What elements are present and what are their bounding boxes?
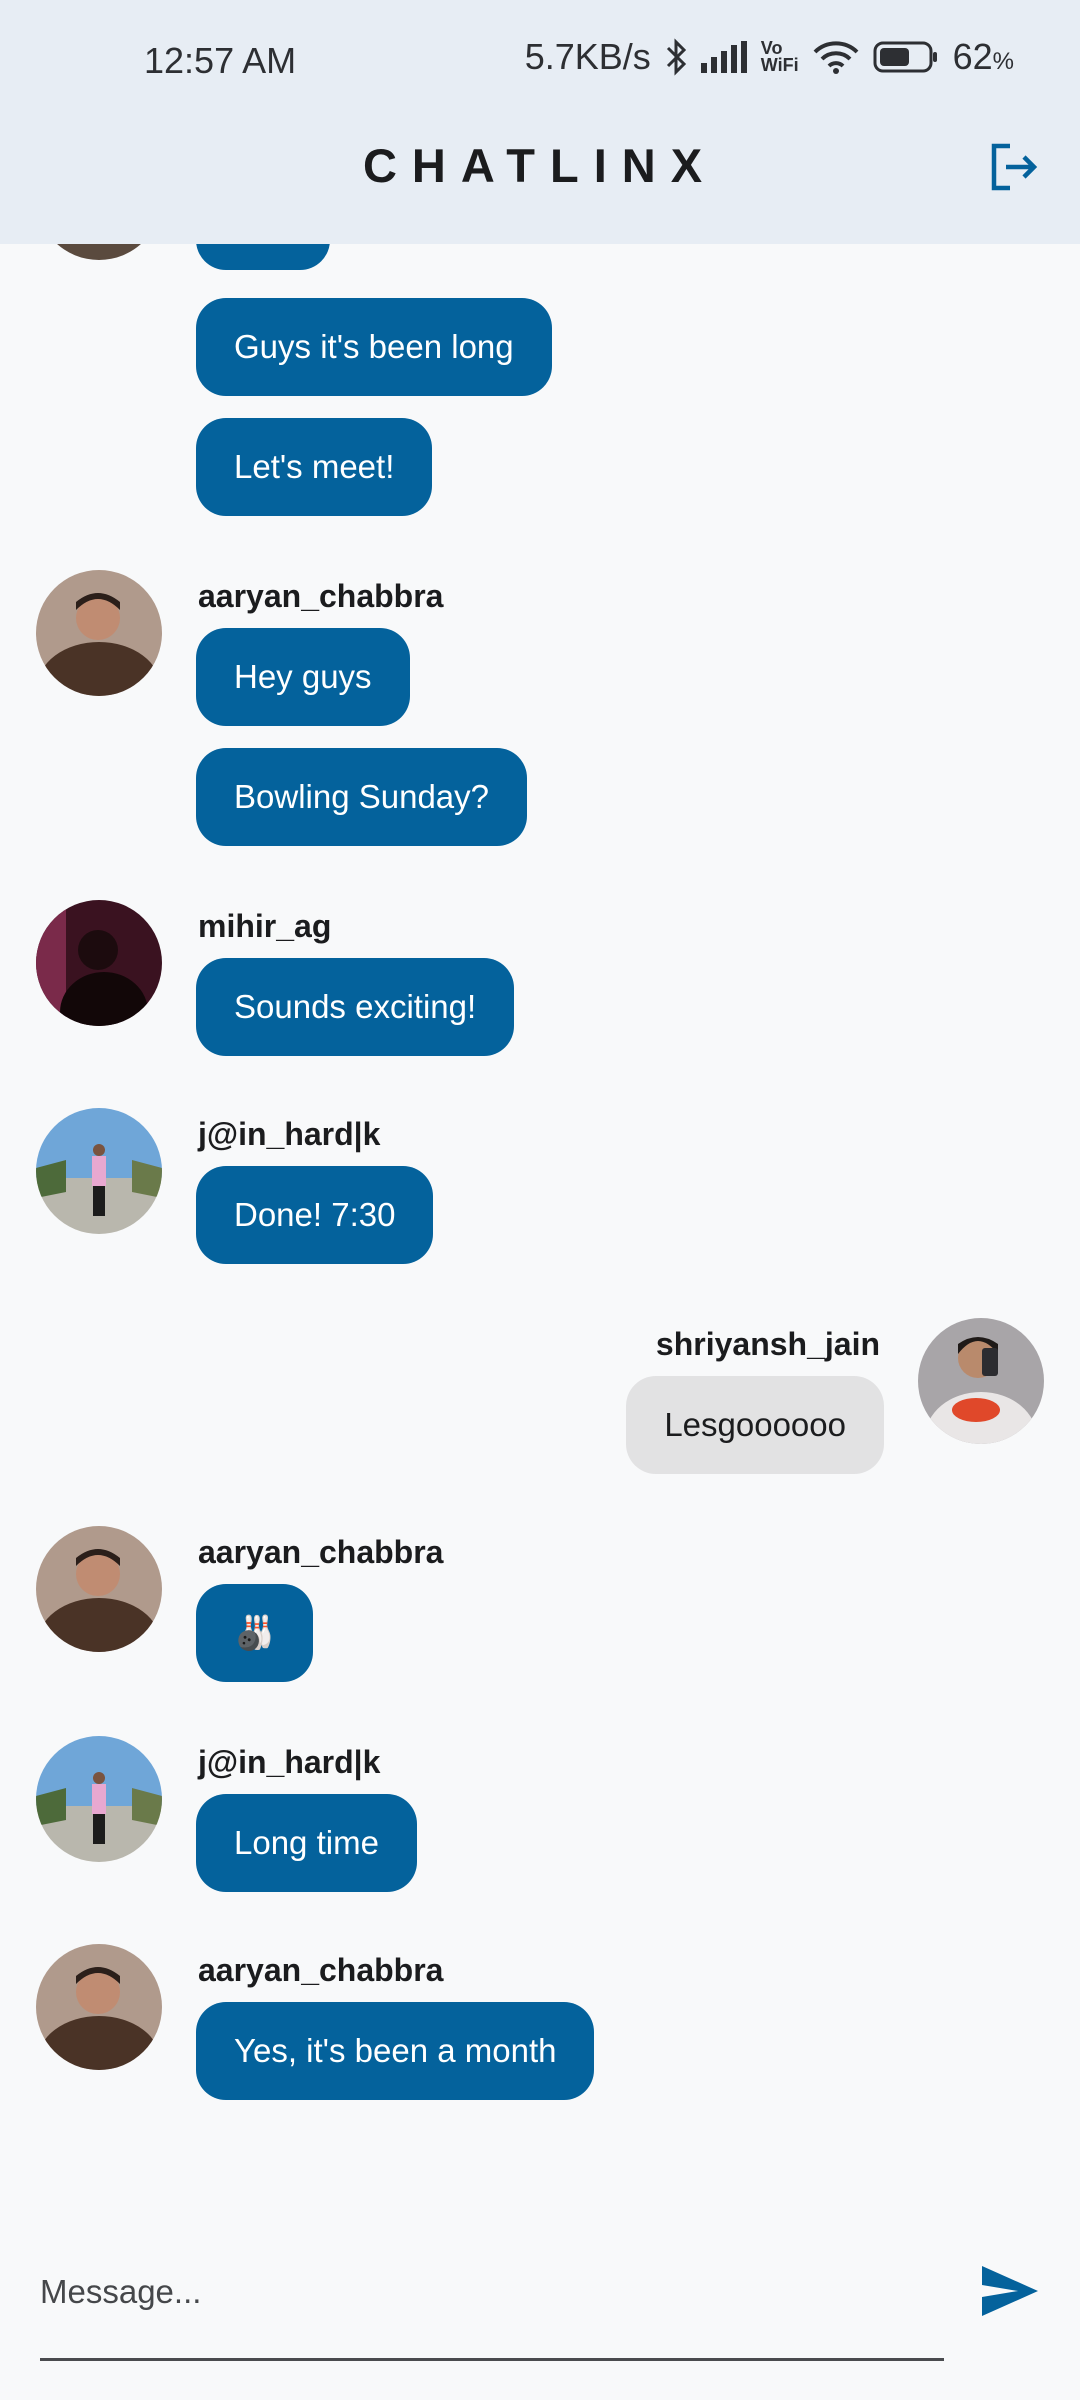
wifi-icon xyxy=(813,41,859,74)
status-indicators: 5.7KB/s Vo WiFi 62% xyxy=(525,36,1014,78)
message-bubble: Sounds exciting! xyxy=(196,958,515,1056)
message-bubble: 🎳 xyxy=(196,1584,314,1682)
app-title: CHATLINX xyxy=(362,139,718,192)
sender-name: j@in_hard|k xyxy=(198,1744,381,1780)
sender-name: shriyansh_jain xyxy=(655,1326,880,1362)
message-bubble: Bowling Sunday? xyxy=(196,748,528,846)
message-input[interactable] xyxy=(40,2252,944,2332)
signal-icon xyxy=(700,41,747,73)
avatar xyxy=(36,244,162,260)
sender-name: aaryan_chabbra xyxy=(198,1534,444,1570)
message-bubble: Done! 7:30 xyxy=(196,1166,434,1264)
status-bar: 12:57 AM 5.7KB/s Vo WiFi 62% xyxy=(0,0,1080,122)
message-bubble xyxy=(196,244,330,270)
network-speed: 5.7KB/s xyxy=(524,36,651,77)
avatar xyxy=(36,900,162,1026)
message-bubble: Lesgoooooo xyxy=(626,1376,884,1474)
avatar xyxy=(918,1318,1044,1444)
bluetooth-icon xyxy=(666,38,686,76)
message-bubble: Yes, it's been a month xyxy=(196,2002,595,2100)
avatar xyxy=(36,1526,162,1652)
sender-name: mihir_ag xyxy=(198,908,332,944)
message-bubble: Let's meet! xyxy=(196,418,433,516)
avatar xyxy=(36,1736,162,1862)
vowifi-indicator: Vo WiFi xyxy=(760,38,799,75)
avatar xyxy=(36,1944,162,2070)
logout-icon[interactable] xyxy=(986,140,1040,194)
sender-name: aaryan_chabbra xyxy=(198,578,444,614)
battery-percent: 62% xyxy=(952,36,1014,77)
chat-screen: 12:57 AM 5.7KB/s Vo WiFi 62% CHATLINX Guy… xyxy=(0,0,1080,2400)
message-bubble: Guys it's been long xyxy=(196,298,552,396)
send-icon[interactable] xyxy=(980,2264,1040,2318)
sender-name: j@in_hard|k xyxy=(198,1116,381,1152)
message-bubble: Long time xyxy=(196,1794,417,1892)
message-list[interactable]: Guys it's been long Let's meet! aaryan_c… xyxy=(0,244,1080,2180)
avatar xyxy=(36,1108,162,1234)
message-bubble: Hey guys xyxy=(196,628,410,726)
input-underline xyxy=(40,2358,944,2361)
sender-name: aaryan_chabbra xyxy=(198,1952,444,1988)
status-time: 12:57 AM xyxy=(144,40,297,81)
avatar xyxy=(36,570,162,696)
battery-icon xyxy=(873,41,937,73)
